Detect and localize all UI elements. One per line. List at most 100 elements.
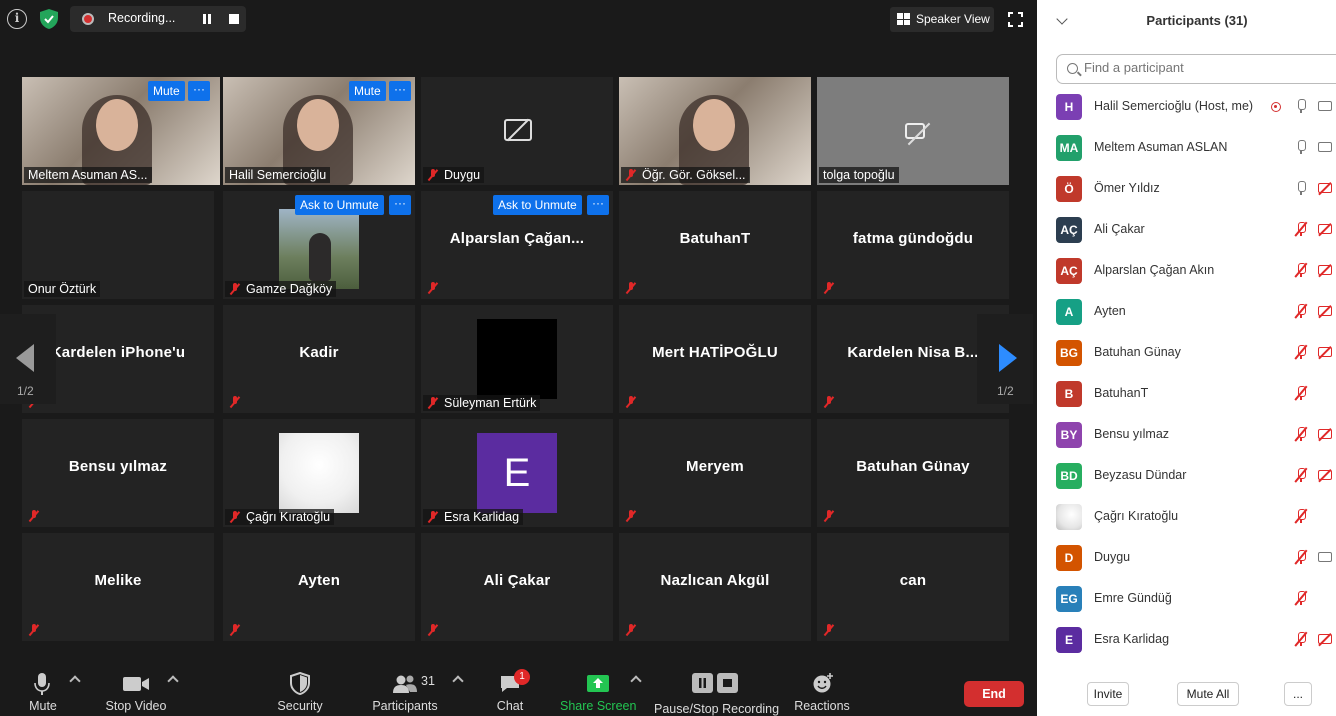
avatar: A [1056, 299, 1082, 325]
mute-button[interactable]: Mute [18, 660, 68, 716]
participant-tile[interactable]: Meryem [619, 419, 811, 527]
share-screen-label: Share Screen [560, 699, 637, 713]
muted-mic-icon [823, 282, 835, 294]
info-icon[interactable]: i [7, 9, 27, 29]
microphone-icon[interactable] [1297, 140, 1306, 154]
microphone-muted-icon[interactable] [1294, 549, 1308, 565]
microphone-muted-icon[interactable] [1294, 631, 1308, 647]
participant-tile[interactable]: Bensu yılmaz [22, 419, 214, 527]
participant-tile[interactable]: Onur Öztürk [22, 191, 214, 299]
participant-tile[interactable]: Öğr. Gör. Göksel... [619, 77, 811, 185]
profile-photo [279, 433, 359, 513]
reactions-button[interactable]: Reactions [792, 660, 852, 716]
speaker-view-label: Speaker View [916, 12, 990, 26]
audio-options-caret-icon[interactable] [69, 675, 81, 687]
microphone-muted-icon[interactable] [1294, 508, 1308, 524]
participant-row[interactable]: A Ayten [1037, 291, 1336, 332]
tile-more-button[interactable]: ··· [389, 195, 411, 215]
microphone-muted-icon[interactable] [1294, 221, 1308, 237]
stop-video-button[interactable]: Stop Video [100, 660, 172, 716]
microphone-muted-icon[interactable] [1294, 303, 1308, 319]
participant-name: Batuhan Günay [1094, 345, 1181, 359]
participant-tile[interactable]: Duygu [421, 77, 613, 185]
fullscreen-icon[interactable] [1008, 12, 1023, 27]
pause-recording-icon[interactable] [202, 14, 212, 24]
participant-row[interactable]: BG Batuhan Günay [1037, 332, 1336, 373]
participant-tile[interactable]: Süleyman Ertürk [421, 305, 613, 413]
camera-off-icon [504, 119, 532, 141]
participant-tile[interactable]: Ayten [223, 533, 415, 641]
participant-tile[interactable]: fatma gündoğdu [817, 191, 1009, 299]
muted-mic-icon [229, 283, 241, 295]
participant-row[interactable]: B BatuhanT [1037, 373, 1336, 414]
next-page-button[interactable]: 1/2 [977, 314, 1033, 404]
participant-tile[interactable]: Batuhan Günay [817, 419, 1009, 527]
microphone-muted-icon[interactable] [1294, 385, 1308, 401]
microphone-icon[interactable] [1297, 99, 1306, 113]
participant-tile[interactable]: Nazlıcan Akgül [619, 533, 811, 641]
mute-all-button[interactable]: Mute All [1177, 682, 1239, 706]
participant-tile[interactable]: Mute ··· Meltem Asuman AS... [22, 77, 220, 185]
participants-button[interactable]: Participants [370, 660, 440, 716]
participant-row[interactable]: BD Beyzasu Dündar [1037, 455, 1336, 496]
participant-row[interactable]: AÇ Ali Çakar [1037, 209, 1336, 250]
participants-options-caret-icon[interactable] [452, 675, 464, 687]
participant-tile[interactable]: BatuhanT [619, 191, 811, 299]
participant-tile[interactable]: tolga topoğlu [817, 77, 1009, 185]
end-meeting-button[interactable]: End [964, 681, 1024, 707]
share-screen-button[interactable]: Share Screen [560, 660, 636, 716]
mute-participant-button[interactable]: Mute [148, 81, 185, 101]
encryption-shield-icon[interactable] [38, 8, 60, 30]
mute-participant-button[interactable]: Mute [349, 81, 386, 101]
tile-more-button[interactable]: ··· [188, 81, 210, 101]
more-options-button[interactable]: ... [1284, 682, 1312, 706]
microphone-muted-icon[interactable] [1294, 426, 1308, 442]
participant-row[interactable]: MA Meltem Asuman ASLAN [1037, 127, 1336, 168]
tile-more-button[interactable]: ··· [587, 195, 609, 215]
ask-to-unmute-button[interactable]: Ask to Unmute [295, 195, 384, 215]
top-bar: i Recording... Speaker View [0, 0, 1037, 38]
previous-page-button[interactable]: 1/2 [0, 314, 56, 404]
microphone-muted-icon[interactable] [1294, 467, 1308, 483]
muted-mic-icon [625, 169, 637, 181]
tile-more-button[interactable]: ··· [389, 81, 411, 101]
participant-row[interactable]: AÇ Alparslan Çağan Akın [1037, 250, 1336, 291]
stop-recording-icon[interactable] [229, 14, 239, 24]
security-button[interactable]: Security [272, 660, 328, 716]
participant-tile[interactable]: E Esra Karlidag [421, 419, 613, 527]
participant-tile[interactable]: Ali Çakar [421, 533, 613, 641]
speaker-view-button[interactable]: Speaker View [890, 7, 994, 32]
participant-name: Esra Karlidag [1094, 632, 1170, 646]
participant-search[interactable] [1056, 54, 1336, 84]
recording-label: Recording... [108, 11, 176, 25]
microphone-muted-icon[interactable] [1294, 344, 1308, 360]
participant-tile[interactable]: Kadir [223, 305, 415, 413]
participant-display-name: Bensu yılmaz [68, 458, 168, 475]
video-off-icon [1318, 427, 1332, 442]
recording-indicator: Recording... [70, 6, 246, 32]
invite-button[interactable]: Invite [1087, 682, 1129, 706]
participant-tile[interactable]: Mute ··· Halil Semercioğlu [223, 77, 415, 185]
participant-row[interactable]: BY Bensu yılmaz [1037, 414, 1336, 455]
face [693, 99, 735, 151]
avatar-photo [1056, 504, 1082, 530]
microphone-muted-icon[interactable] [1294, 590, 1308, 606]
microphone-muted-icon[interactable] [1294, 262, 1308, 278]
participant-tile[interactable]: Mert HATİPOĞLU [619, 305, 811, 413]
participant-row[interactable]: Ö Ömer Yıldız [1037, 168, 1336, 209]
participant-tile[interactable]: can [817, 533, 1009, 641]
participant-row[interactable]: D Duygu [1037, 537, 1336, 578]
participant-tile[interactable]: Melike [22, 533, 214, 641]
participant-row[interactable]: EG Emre Gündüğ [1037, 578, 1336, 619]
participant-row[interactable]: Çağrı Kıratoğlu [1037, 496, 1336, 537]
participant-search-input[interactable] [1084, 60, 1284, 75]
participant-tile[interactable]: Çağrı Kıratoğlu [223, 419, 415, 527]
participant-row[interactable]: H Halil Semercioğlu (Host, me) [1037, 86, 1336, 127]
avatar: BD [1056, 463, 1082, 489]
microphone-icon[interactable] [1297, 181, 1306, 195]
ask-to-unmute-button[interactable]: Ask to Unmute [493, 195, 582, 215]
participant-tile[interactable]: Ask to Unmute ··· Gamze Dağköy [223, 191, 415, 299]
participant-tile[interactable]: Alparslan Çağan... Ask to Unmute ··· [421, 191, 613, 299]
participant-row[interactable]: E Esra Karlidag [1037, 619, 1336, 660]
pause-stop-recording-button[interactable]: Pause/Stop Recording [654, 660, 779, 716]
